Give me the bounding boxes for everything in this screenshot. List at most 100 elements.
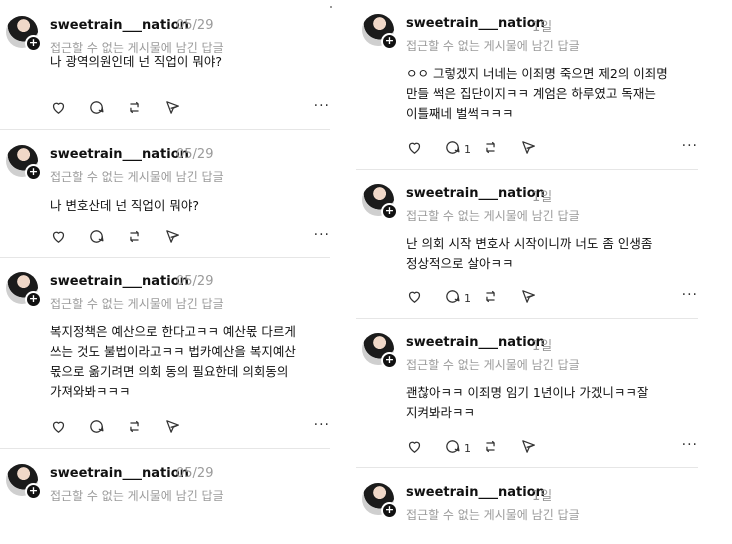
post-time: 1일: [532, 339, 553, 354]
like-button[interactable]: [50, 99, 67, 120]
post-text: 복지정책은 예산으로 한다고ㅋㅋ 예산몫 다르게 쓰는 것도 불법이라고ㅋㅋ 법카…: [50, 322, 296, 402]
reply-context-note[interactable]: 접근할 수 없는 게시물에 남긴 답글: [406, 207, 580, 224]
avatar[interactable]: +: [6, 145, 42, 181]
username[interactable]: sweetrain___nation: [406, 335, 545, 350]
action-bar: ···: [50, 99, 330, 119]
repost-button[interactable]: [126, 99, 143, 120]
heart-icon: [50, 228, 67, 249]
follow-plus-icon[interactable]: +: [381, 352, 398, 369]
more-icon[interactable]: ···: [314, 99, 330, 113]
avatar[interactable]: +: [6, 464, 42, 500]
share-button[interactable]: [164, 99, 181, 120]
more-icon[interactable]: ···: [682, 139, 698, 153]
post-text-line: 난 의회 시작 변호사 시작이니까 너도 좀 인생좀: [406, 236, 653, 251]
share-icon: [520, 438, 537, 459]
action-bar: 1 ···: [406, 139, 698, 159]
post-text-line: 이틀째네 벌썩ㅋㅋㅋ: [406, 106, 514, 121]
more-icon[interactable]: ···: [314, 418, 330, 432]
share-button[interactable]: [520, 438, 537, 459]
repost-button[interactable]: [482, 139, 499, 160]
post-divider: [0, 257, 330, 258]
username[interactable]: sweetrain___nation: [406, 16, 545, 31]
like-button[interactable]: [406, 139, 423, 160]
reply-context-note[interactable]: 접근할 수 없는 게시물에 남긴 답글: [50, 487, 224, 504]
post-text-line: 나 변호산데 넌 직업이 뭐야?: [50, 198, 200, 213]
reply-context-note[interactable]: 접근할 수 없는 게시물에 남긴 답글: [406, 356, 580, 373]
post-text-line: 쓰는 것도 불법이라고ㅋㅋ 법카예산을 복지예산: [50, 344, 296, 359]
follow-plus-icon[interactable]: +: [25, 35, 42, 52]
heart-icon: [50, 99, 67, 120]
comment-icon: [88, 418, 105, 439]
like-button[interactable]: [50, 228, 67, 249]
share-button[interactable]: [520, 139, 537, 160]
repost-icon: [482, 139, 499, 160]
post-time: 05/29: [176, 147, 214, 162]
repost-button[interactable]: [482, 288, 499, 309]
comment-button[interactable]: [88, 99, 105, 120]
post-text: ㅇㅇ 그렇겠지 너네는 이죄명 죽으면 제2의 이죄명만들 썩은 집단이지ㅋㅋ …: [406, 64, 668, 124]
like-button[interactable]: [50, 418, 67, 439]
comment-button[interactable]: [88, 228, 105, 249]
username[interactable]: sweetrain___nation: [50, 466, 189, 481]
username[interactable]: sweetrain___nation: [406, 186, 545, 201]
reply-context-note[interactable]: 접근할 수 없는 게시물에 남긴 답글: [50, 168, 224, 185]
avatar[interactable]: +: [362, 333, 398, 369]
username[interactable]: sweetrain___nation: [50, 147, 189, 162]
share-icon: [520, 288, 537, 309]
more-icon[interactable]: ···: [682, 288, 698, 302]
repost-button[interactable]: [126, 228, 143, 249]
like-button[interactable]: [406, 438, 423, 459]
follow-plus-icon[interactable]: +: [25, 164, 42, 181]
post-text-line: 가져와봐ㅋㅋㅋ: [50, 384, 131, 399]
comment-icon: [88, 228, 105, 249]
avatar[interactable]: +: [6, 272, 42, 308]
repost-button[interactable]: [482, 438, 499, 459]
post-divider: [356, 467, 698, 468]
reply-count: 1: [464, 292, 471, 305]
follow-plus-icon[interactable]: +: [25, 291, 42, 308]
repost-icon: [126, 228, 143, 249]
follow-plus-icon[interactable]: +: [381, 203, 398, 220]
avatar[interactable]: +: [362, 14, 398, 50]
separator-dot: [330, 6, 332, 8]
like-button[interactable]: [406, 288, 423, 309]
reply-context-note[interactable]: 접근할 수 없는 게시물에 남긴 답글: [406, 506, 580, 523]
post-text: 괜찮아ㅋㅋ 이죄명 임기 1년이나 가겠니ㅋㅋ잘 지켜봐라ㅋㅋ: [406, 383, 648, 423]
action-bar: 1 ···: [406, 438, 698, 458]
reply-context-note[interactable]: 접근할 수 없는 게시물에 남긴 답글: [50, 295, 224, 312]
post-divider: [0, 448, 330, 449]
reply-context-note[interactable]: 접근할 수 없는 게시물에 남긴 답글: [406, 37, 580, 54]
comment-button[interactable]: 1: [444, 288, 471, 309]
post-divider: [356, 318, 698, 319]
share-button[interactable]: [520, 288, 537, 309]
post-text-line: 지켜봐라ㅋㅋ: [406, 405, 476, 420]
share-button[interactable]: [164, 418, 181, 439]
more-icon[interactable]: ···: [682, 438, 698, 452]
post-text-line: ㅇㅇ 그렇겠지 너네는 이죄명 죽으면 제2의 이죄명: [406, 66, 668, 81]
username[interactable]: sweetrain___nation: [50, 274, 189, 289]
follow-plus-icon[interactable]: +: [381, 33, 398, 50]
username[interactable]: sweetrain___nation: [50, 18, 189, 33]
post-text: 난 의회 시작 변호사 시작이니까 너도 좀 인생좀 정상적으로 살아ㅋㅋ: [406, 234, 652, 274]
comment-button[interactable]: 1: [444, 438, 471, 459]
post-text-line: 나 광역의원인데 넌 직업이 뭐야?: [50, 54, 223, 69]
avatar[interactable]: +: [362, 483, 398, 519]
follow-plus-icon[interactable]: +: [381, 502, 398, 519]
repost-icon: [126, 418, 143, 439]
action-bar: ···: [50, 228, 330, 248]
avatar[interactable]: +: [6, 16, 42, 52]
repost-icon: [482, 288, 499, 309]
follow-plus-icon[interactable]: +: [25, 483, 42, 500]
username[interactable]: sweetrain___nation: [406, 485, 545, 500]
heart-icon: [406, 288, 423, 309]
post-text-line: 만들 썩은 집단이지ㅋㅋ 계엄은 하루였고 독재는: [406, 86, 656, 101]
more-icon[interactable]: ···: [314, 228, 330, 242]
post-time: 1일: [532, 20, 553, 35]
avatar[interactable]: +: [362, 184, 398, 220]
share-button[interactable]: [164, 228, 181, 249]
reply-count: 1: [464, 143, 471, 156]
repost-button[interactable]: [126, 418, 143, 439]
comment-button[interactable]: 1: [444, 139, 471, 160]
comment-button[interactable]: [88, 418, 105, 439]
comment-icon: [88, 99, 105, 120]
